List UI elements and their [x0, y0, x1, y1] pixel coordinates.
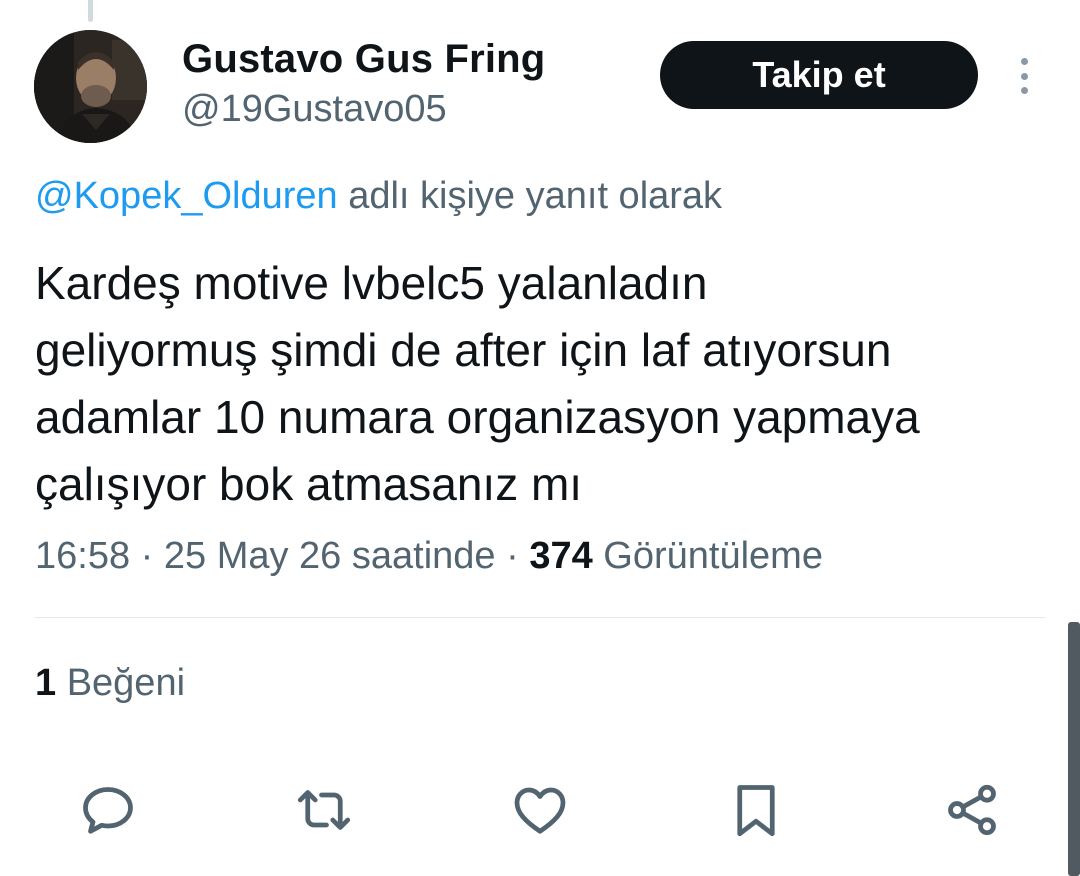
tweet-text-line: çalışıyor bok atmasanız mı: [35, 458, 583, 510]
likes-stat[interactable]: 1 Beğeni: [35, 662, 185, 705]
follow-button[interactable]: Takip et: [660, 41, 978, 109]
more-dot: [1020, 58, 1028, 65]
tweet-text: Kardeş motive lvbelc5 yalanladın geliyor…: [35, 250, 1055, 518]
reply-icon: [83, 787, 133, 834]
reply-mention-link[interactable]: @Kopek_Olduren: [35, 175, 338, 217]
views-count[interactable]: 374: [529, 535, 592, 577]
bookmark-icon: [737, 785, 775, 837]
tweet-text-line: adamlar 10 numara organizasyon yapmaya: [35, 391, 920, 443]
more-dot: [1020, 72, 1028, 80]
tweet-time[interactable]: 16:58: [35, 535, 130, 577]
share-button[interactable]: [940, 778, 1004, 842]
avatar[interactable]: [34, 30, 147, 143]
like-button[interactable]: [508, 778, 572, 842]
tweet-text-line: Kardeş motive lvbelc5 yalanladın: [35, 257, 708, 309]
thread-connector-line: [88, 0, 93, 22]
more-options-icon[interactable]: [1010, 58, 1038, 94]
divider: [35, 617, 1045, 618]
meta-separator: ·: [495, 535, 530, 577]
tweet-date[interactable]: 25 May 26 saatinde: [164, 535, 496, 577]
tweet-text-line: geliyormuş şimdi de after için laf atıyo…: [35, 324, 892, 376]
bookmark-button[interactable]: [724, 778, 788, 842]
like-icon: [514, 787, 566, 834]
meta-separator: ·: [130, 535, 164, 577]
share-icon: [948, 784, 996, 836]
avatar-image: [34, 30, 147, 143]
reply-button[interactable]: [76, 778, 140, 842]
retweet-button[interactable]: [292, 778, 356, 842]
reply-context-suffix: adlı kişiye yanıt olarak: [337, 175, 723, 217]
scrollbar[interactable]: [1068, 622, 1080, 876]
tweet-meta: 16:58 · 25 May 26 saatinde · 374 Görüntü…: [35, 535, 823, 578]
views-label[interactable]: Görüntüleme: [593, 535, 823, 577]
likes-label: Beğeni: [56, 662, 186, 704]
more-dot: [1020, 87, 1028, 94]
reply-context: @Kopek_Olduren adlı kişiye yanıt olarak: [35, 175, 722, 218]
retweet-icon: [297, 790, 351, 830]
author-handle[interactable]: @19Gustavo05: [182, 88, 447, 131]
author-display-name[interactable]: Gustavo Gus Fring: [182, 37, 545, 82]
likes-count: 1: [35, 662, 57, 704]
